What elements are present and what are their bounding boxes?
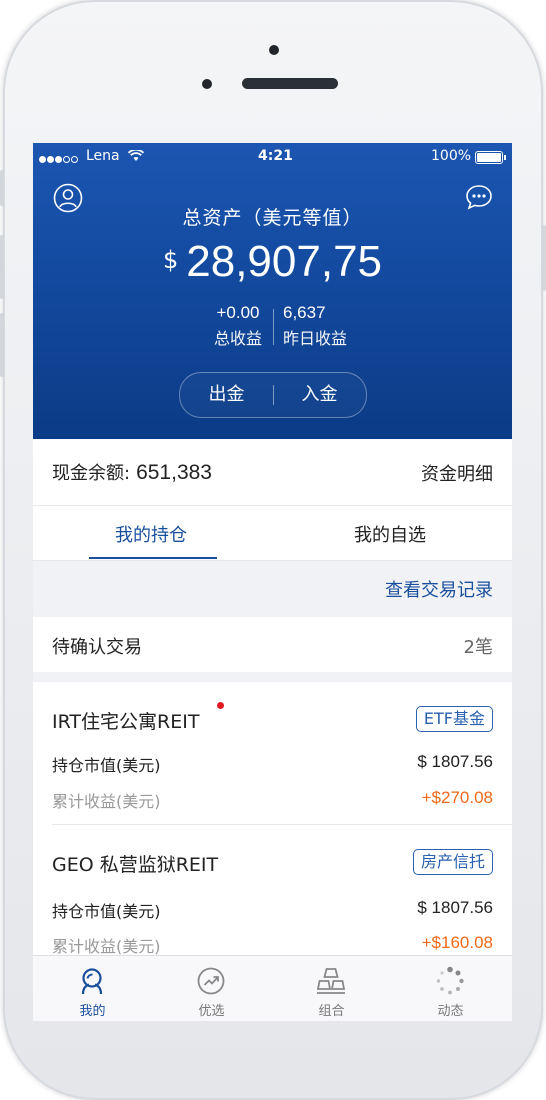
tabbar-label: 组合 xyxy=(318,1004,345,1019)
cash-balance: 现金余额: 651,383 xyxy=(52,459,212,485)
volume-up-button xyxy=(0,235,4,299)
stack-icon xyxy=(316,968,346,994)
tabbar-item-news[interactable]: 动态 xyxy=(391,956,510,1021)
yesterday-profit-label: 昨日收益 xyxy=(283,329,348,348)
tab-my-holdings[interactable]: 我的持仓 xyxy=(115,521,187,547)
total-assets-value: 28,907,75 xyxy=(186,237,383,286)
section-gap xyxy=(33,672,512,682)
holding-type-tag: ETF基金 xyxy=(415,706,493,732)
holding-card[interactable]: GEO 私营监狱REIT 房产信托 持仓市值(美元) $ 1807.56 累计收… xyxy=(33,825,512,956)
cumulative-profit: +$270.08 xyxy=(421,788,493,807)
battery-percent: 100% xyxy=(431,148,472,164)
spinner-icon xyxy=(436,966,464,995)
cumulative-profit: +$160.08 xyxy=(421,933,493,952)
market-value: $ 1807.56 xyxy=(417,898,493,917)
app-screen: Lena 4:21 100% 总资产（美元等值） $28,907,75 +0.0… xyxy=(33,143,512,1021)
signal-strength-icon xyxy=(39,151,79,167)
cash-balance-row: 现金余额: 651,383 资金明细 xyxy=(33,439,512,506)
battery-icon xyxy=(475,151,506,164)
fund-actions: 出金 入金 xyxy=(179,372,367,418)
clock: 4:21 xyxy=(258,148,293,164)
power-button xyxy=(542,225,546,291)
total-profit-value: +0.00 xyxy=(216,303,260,322)
total-assets-amount: $28,907,75 xyxy=(33,237,512,287)
pending-trades-row[interactable]: 待确认交易 2笔 xyxy=(33,617,512,672)
pending-trades-label: 待确认交易 xyxy=(52,637,142,658)
yesterday-profit: 6,637 昨日收益 xyxy=(283,303,357,349)
deposit-button[interactable]: 入金 xyxy=(273,373,366,417)
view-trade-records-link[interactable]: 查看交易记录 xyxy=(385,576,493,602)
pending-trades-count: 2笔 xyxy=(463,637,493,658)
carrier-name: Lena xyxy=(86,148,120,164)
tabbar-item-mine[interactable]: 我的 xyxy=(33,956,152,1021)
person-icon xyxy=(81,968,103,995)
tabbar-item-portfolio[interactable]: 组合 xyxy=(272,956,391,1021)
cash-balance-value: 651,383 xyxy=(136,461,212,484)
currency-symbol: $ xyxy=(162,246,179,274)
holding-card[interactable]: IRT住宅公寓REIT ETF基金 持仓市值(美元) $ 1807.56 累计收… xyxy=(33,682,512,822)
holding-type-tag: 房产信托 xyxy=(412,849,493,875)
total-profit: +0.00 总收益 xyxy=(203,303,273,349)
bottom-tab-bar: 我的 优选 组合 动态 xyxy=(33,955,512,1021)
holding-name: IRT住宅公寓REIT xyxy=(52,711,200,733)
wifi-icon xyxy=(127,148,145,166)
tab-my-watchlist[interactable]: 我的自选 xyxy=(354,521,426,547)
fund-details-link[interactable]: 资金明细 xyxy=(421,460,493,486)
tabbar-label: 优选 xyxy=(198,1004,225,1019)
assets-header: Lena 4:21 100% 总资产（美元等值） $28,907,75 +0.0… xyxy=(33,143,512,439)
market-value-label: 持仓市值(美元) xyxy=(52,902,161,921)
active-tab-indicator xyxy=(89,557,217,559)
tabbar-label: 动态 xyxy=(437,1004,464,1019)
tabbar-label: 我的 xyxy=(79,1004,106,1019)
stats-divider xyxy=(273,309,274,345)
cumulative-profit-label: 累计收益(美元) xyxy=(52,937,161,956)
proximity-sensor xyxy=(202,79,212,89)
volume-down-button xyxy=(0,313,4,377)
tabbar-item-featured[interactable]: 优选 xyxy=(152,956,271,1021)
mute-switch xyxy=(0,170,4,206)
status-bar: Lena 4:21 100% xyxy=(33,143,512,171)
cash-balance-label: 现金余额: xyxy=(52,463,131,484)
front-camera xyxy=(269,45,279,55)
market-value-label: 持仓市值(美元) xyxy=(52,756,161,775)
unread-dot xyxy=(217,702,224,709)
trend-icon xyxy=(197,967,225,995)
record-band: 查看交易记录 xyxy=(33,561,512,617)
total-profit-label: 总收益 xyxy=(213,329,262,348)
earpiece-speaker xyxy=(242,78,338,89)
market-value: $ 1807.56 xyxy=(417,752,493,771)
yesterday-profit-value: 6,637 xyxy=(283,303,326,322)
holding-name: GEO 私营监狱REIT xyxy=(52,854,219,876)
withdraw-button[interactable]: 出金 xyxy=(180,373,273,417)
total-assets-title: 总资产（美元等值） xyxy=(182,207,363,229)
cumulative-profit-label: 累计收益(美元) xyxy=(52,792,161,811)
holdings-tabs: 我的持仓 我的自选 xyxy=(33,506,512,561)
